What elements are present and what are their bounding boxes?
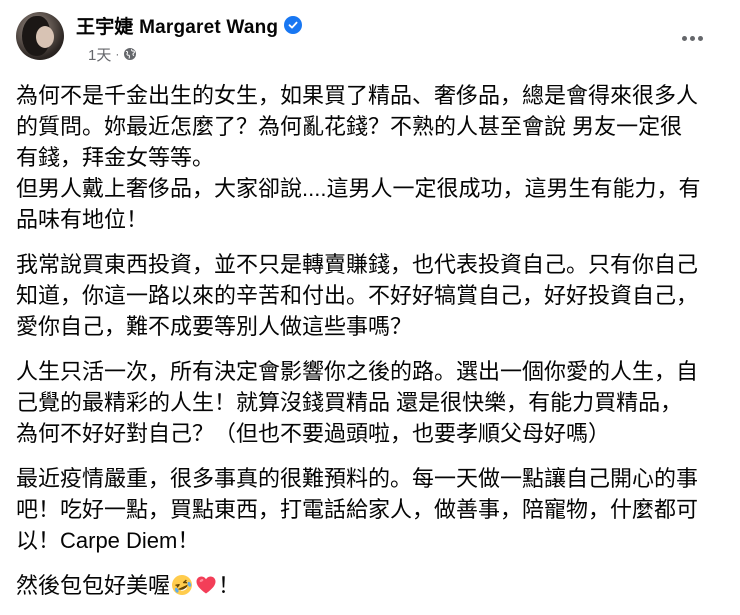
text-line: 但男人戴上奢侈品，大家卻說....這男人一定很成功，這男生有能力，有 — [16, 176, 701, 201]
meta-separator: · — [115, 47, 120, 61]
text-line: 品味有地位！ — [16, 207, 149, 232]
text-line: 我常說買東西投資，並不只是轉賣賺錢，也代表投資自己。只有你自己 — [16, 252, 699, 277]
globe-icon[interactable] — [123, 47, 137, 61]
post-text: 為何不是千金出生的女生，如果買了精品、奢侈品，總是會得來很多人 的質問。妳最近怎… — [16, 80, 724, 615]
text-line: 愛你自己，難不成要等別人做這些事嗎？ — [16, 314, 413, 339]
text-line: 己覺的最精彩的人生！就算沒錢買精品 還是很快樂，有能力買精品， — [16, 390, 683, 415]
author-row: 王宇婕 Margaret Wang — [76, 12, 303, 39]
text-line: 有錢，拜金女等等。 — [16, 145, 215, 170]
text-line: 知道，你這一路以來的辛苦和付出。不好好犒賞自己，好好投資自己， — [16, 283, 699, 308]
text-line: 最近疫情嚴重，很多事真的很難預料的。每一天做一點讓自己開心的事 — [16, 466, 699, 491]
paragraph-5: 然後包包好美喔 ！ — [16, 570, 724, 601]
last-line-text: 然後包包好美喔 — [16, 573, 171, 598]
more-options-icon[interactable] — [674, 20, 710, 56]
post-timestamp[interactable]: 1天 — [88, 44, 111, 65]
paragraph-1: 為何不是千金出生的女生，如果買了精品、奢侈品，總是會得來很多人 的質問。妳最近怎… — [16, 80, 724, 235]
text-line: 以！Carpe Diem！ — [16, 528, 200, 553]
post-meta: 1天 · — [88, 44, 137, 64]
text-line: 吧！吃好一點，買點東西，打電話給家人，做善事，陪寵物，什麼都可 — [16, 497, 699, 522]
text-line: 人生只活一次，所有決定會影響你之後的路。選出一個你愛的人生，自 — [16, 359, 699, 384]
text-line: 然後包包好美喔 ！ — [16, 570, 724, 601]
facebook-post: 王宇婕 Margaret Wang 1天 · 為何不是千金出生的女生，如果買了精… — [0, 0, 740, 598]
paragraph-4: 最近疫情嚴重，很多事真的很難預料的。每一天做一點讓自己開心的事 吧！吃好一點，買… — [16, 463, 724, 556]
author-avatar[interactable] — [16, 12, 64, 60]
text-line: 的質問。妳最近怎麼了？為何亂花錢？不熟的人甚至會說 男友一定很 — [16, 114, 683, 139]
text-line: 為何不是千金出生的女生，如果買了精品、奢侈品，總是會得來很多人 — [16, 83, 699, 108]
author-name[interactable]: 王宇婕 Margaret Wang — [76, 12, 278, 39]
paragraph-2: 我常說買東西投資，並不只是轉賣賺錢，也代表投資自己。只有你自己 知道，你這一路以… — [16, 249, 724, 342]
rolling-laughing-emoji-icon — [171, 573, 193, 595]
last-line-exclamation: ！ — [218, 573, 241, 598]
post-header: 王宇婕 Margaret Wang 1天 · — [0, 0, 740, 78]
verified-badge-icon — [284, 16, 303, 34]
red-heart-emoji-icon — [195, 573, 217, 595]
text-line: 為何不好好對自己？（但也不要過頭啦，也要孝順父母好嗎） — [16, 421, 611, 446]
paragraph-3: 人生只活一次，所有決定會影響你之後的路。選出一個你愛的人生，自 己覺的最精彩的人… — [16, 356, 724, 449]
